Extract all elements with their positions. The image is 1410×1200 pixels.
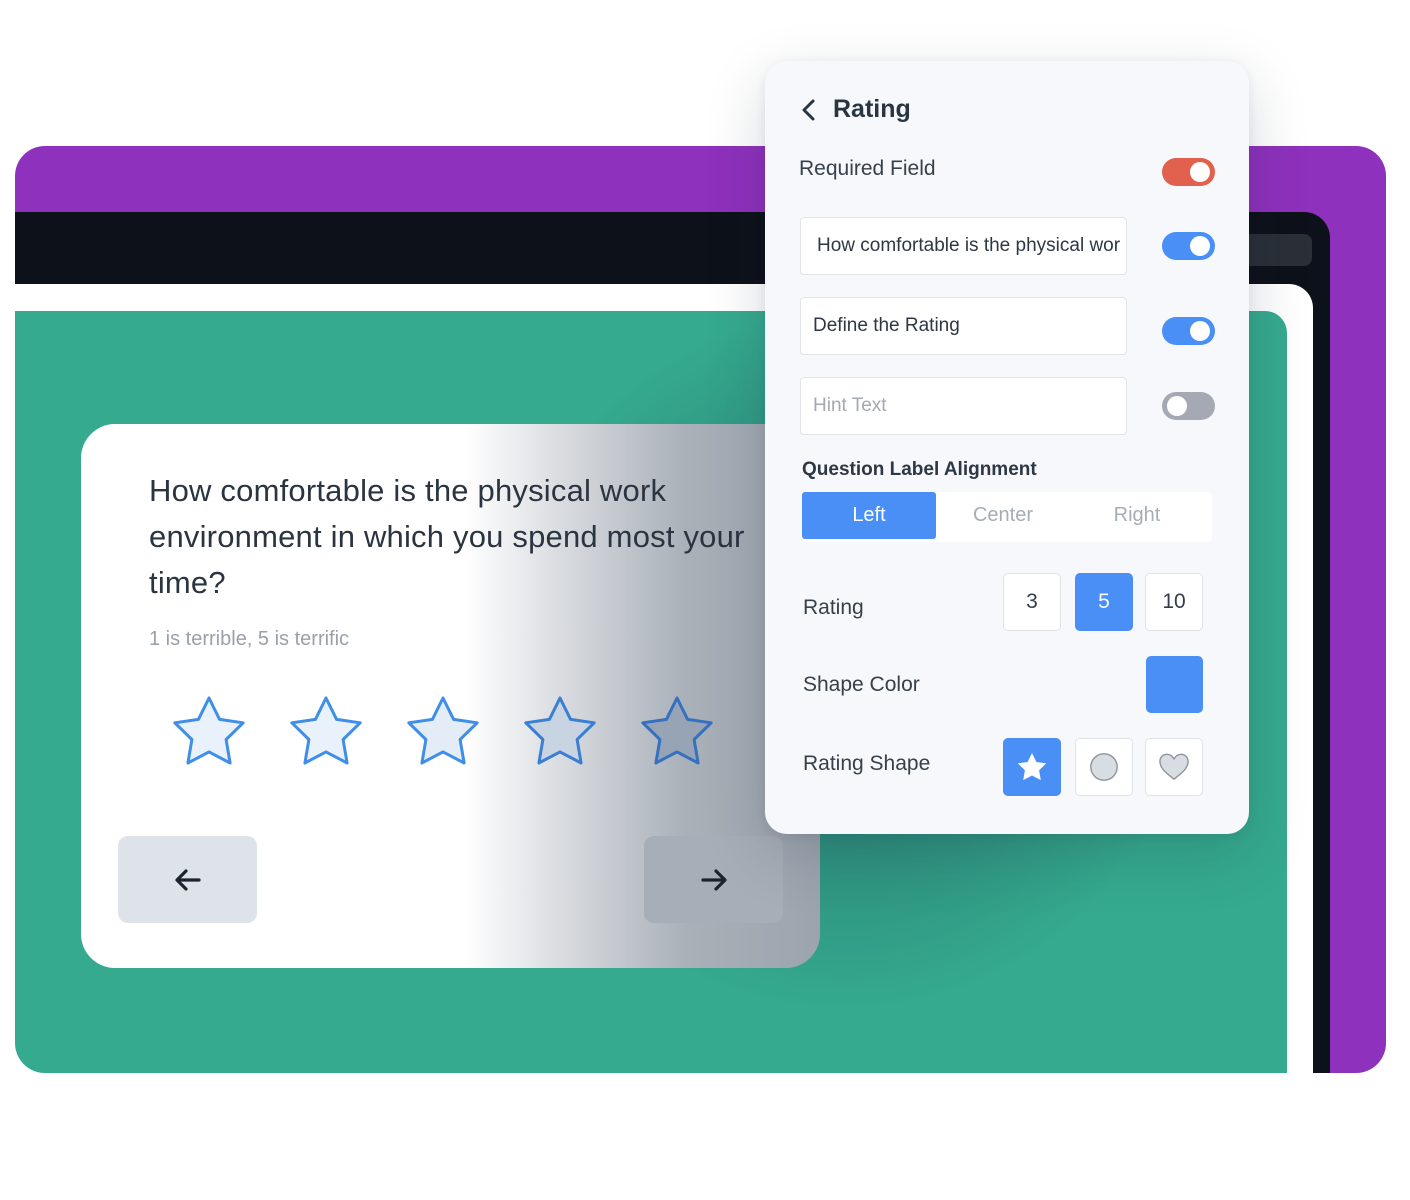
hint-text-field[interactable]: Hint Text	[800, 377, 1127, 435]
question-card: How comfortable is the physical work env…	[81, 424, 820, 968]
required-field-label: Required Field	[799, 157, 936, 180]
align-center-option[interactable]: Center	[936, 492, 1070, 539]
hint-text-toggle[interactable]	[1162, 392, 1215, 420]
rating-option-10[interactable]: 10	[1145, 573, 1203, 631]
star-icon[interactable]	[403, 694, 483, 774]
rating-title-toggle[interactable]	[1162, 317, 1215, 345]
heart-icon	[1159, 753, 1189, 780]
arrow-left-icon	[174, 868, 201, 891]
star-icon[interactable]	[169, 694, 249, 774]
panel-title: Rating	[833, 95, 911, 123]
panel-header: Rating	[799, 95, 911, 124]
alignment-label: Question Label Alignment	[802, 459, 1037, 480]
rating-title-field[interactable]: Define the Rating	[800, 297, 1127, 355]
star-rating	[169, 694, 717, 774]
rating-shape-label: Rating Shape	[803, 752, 931, 775]
align-left-option[interactable]: Left	[802, 492, 936, 539]
rating-option-3[interactable]: 3	[1003, 573, 1061, 631]
previous-button[interactable]	[118, 836, 257, 923]
arrow-right-icon	[700, 868, 727, 891]
chevron-left-icon[interactable]	[799, 98, 819, 122]
question-label: How comfortable is the physical work env…	[149, 473, 745, 600]
question-text-toggle[interactable]	[1162, 232, 1215, 260]
rating-label: Rating	[803, 596, 864, 619]
star-icon[interactable]	[520, 694, 600, 774]
next-button[interactable]	[644, 836, 783, 923]
shape-color-swatch[interactable]	[1146, 656, 1203, 713]
question-hint: 1 is terrible, 5 is terrific	[149, 628, 350, 650]
rating-settings-panel: Rating Required Field How comfortable is…	[765, 61, 1249, 834]
star-icon	[1017, 753, 1047, 781]
star-icon[interactable]	[637, 694, 717, 774]
star-icon[interactable]	[286, 694, 366, 774]
shape-option-heart[interactable]	[1145, 738, 1203, 796]
required-field-toggle[interactable]	[1162, 158, 1215, 186]
rating-option-5[interactable]: 5	[1075, 573, 1133, 631]
align-right-option[interactable]: Right	[1070, 492, 1204, 539]
circle-icon	[1090, 753, 1118, 781]
question-text-field[interactable]: How comfortable is the physical wor	[800, 217, 1127, 275]
shape-option-star[interactable]	[1003, 738, 1061, 796]
alignment-selector: Left Center Right	[802, 492, 1212, 542]
shape-color-label: Shape Color	[803, 673, 920, 696]
shape-option-circle[interactable]	[1075, 738, 1133, 796]
